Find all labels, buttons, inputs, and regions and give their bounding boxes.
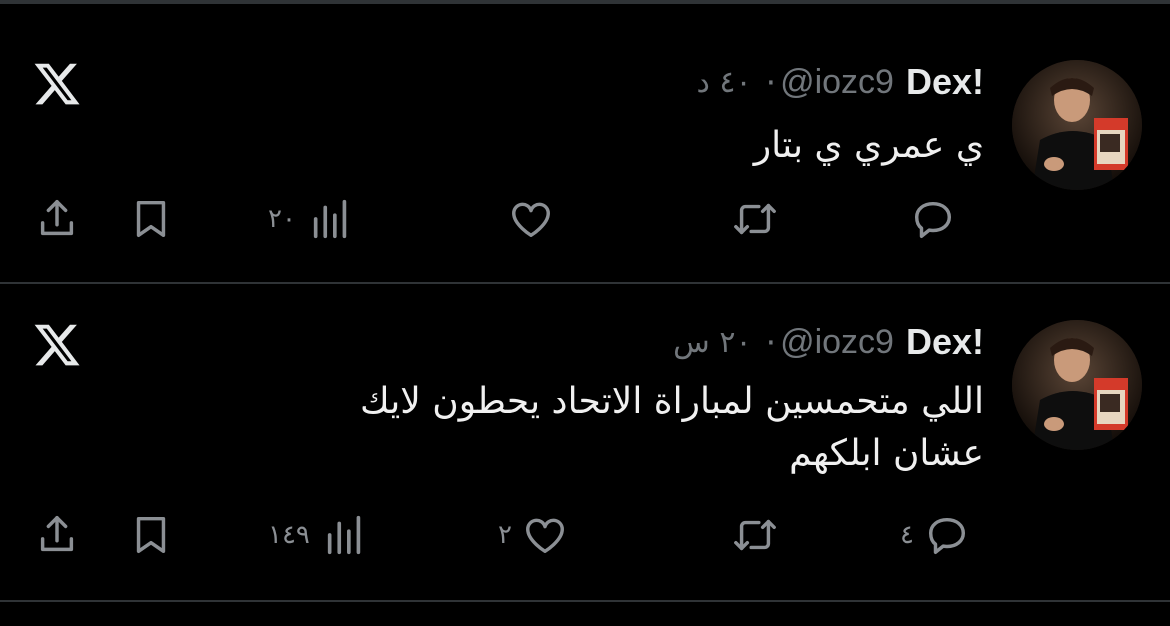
user-handle[interactable]: @iozc9 xyxy=(780,323,894,362)
timestamp[interactable]: ٤٠ د xyxy=(696,65,751,100)
tweet-header: ٤٠ د · @iozc9 Dex! xyxy=(696,61,984,103)
tweet-header: ٢٠ س · @iozc9 Dex! xyxy=(673,321,984,363)
heart-icon xyxy=(512,202,550,238)
timestamp[interactable]: ٢٠ س xyxy=(673,325,751,360)
user-handle[interactable]: @iozc9 xyxy=(780,63,894,102)
avatar[interactable] xyxy=(1012,320,1142,450)
tweet-text: اللي متحمسين لمباراة الاتحاد يحطون لايك … xyxy=(204,376,984,480)
x-logo-icon xyxy=(32,320,82,370)
views-bar-chart-icon xyxy=(313,199,347,239)
tweet-actions: ١٤٩ ٢ ٤ xyxy=(0,510,1170,560)
bookmark-icon xyxy=(136,516,166,554)
views-bar-chart-icon xyxy=(327,515,361,555)
reply-button[interactable] xyxy=(900,194,956,244)
reply-count: ٤ xyxy=(900,520,914,550)
bookmark-button[interactable] xyxy=(128,194,174,244)
repost-button[interactable] xyxy=(732,194,778,244)
views-count: ٢٠ xyxy=(268,204,296,234)
share-button[interactable] xyxy=(34,194,80,244)
share-icon xyxy=(40,516,74,552)
heart-icon xyxy=(525,518,564,554)
views-count: ١٤٩ xyxy=(268,520,310,550)
bookmark-button[interactable] xyxy=(128,510,174,560)
x-logo-icon xyxy=(32,59,82,109)
share-icon xyxy=(40,200,74,236)
display-name[interactable]: Dex! xyxy=(906,61,984,103)
share-button[interactable] xyxy=(34,510,80,560)
separator-dot: · xyxy=(765,322,777,362)
tweet-actions: ٢٠ xyxy=(0,194,1170,244)
reply-bubble-icon xyxy=(914,201,952,238)
tweet-2[interactable]: ٢٠ س · @iozc9 Dex! اللي متحمسين لمباراة … xyxy=(0,284,1170,600)
views-button[interactable]: ١٤٩ xyxy=(268,510,368,560)
separator-dot: · xyxy=(765,62,777,102)
repost-button[interactable] xyxy=(732,510,778,560)
avatar-image xyxy=(1012,320,1142,450)
bookmark-icon xyxy=(136,200,166,238)
avatar[interactable] xyxy=(1012,60,1142,190)
tweet-divider xyxy=(0,600,1170,602)
reply-bubble-icon xyxy=(928,517,965,554)
like-button[interactable] xyxy=(498,194,554,244)
repost-icon xyxy=(734,203,776,235)
avatar-image xyxy=(1012,60,1142,190)
tweet-text-line: اللي متحمسين لمباراة الاتحاد يحطون لايك xyxy=(359,381,984,422)
reply-button[interactable]: ٤ xyxy=(900,510,970,560)
views-button[interactable]: ٢٠ xyxy=(268,194,354,244)
tweet-text: ي عمري ي بتار xyxy=(204,120,984,172)
tweet-text-line: ي عمري ي بتار xyxy=(753,125,984,166)
repost-icon xyxy=(734,519,776,551)
display-name[interactable]: Dex! xyxy=(906,321,984,363)
like-button[interactable]: ٢ xyxy=(498,510,568,560)
tweet-1[interactable]: ٤٠ د · @iozc9 Dex! ي عمري ي بتار ٢٠ xyxy=(0,4,1170,282)
tweet-text-line: عشان ابلكهم xyxy=(789,433,984,474)
like-count: ٢ xyxy=(498,520,512,550)
